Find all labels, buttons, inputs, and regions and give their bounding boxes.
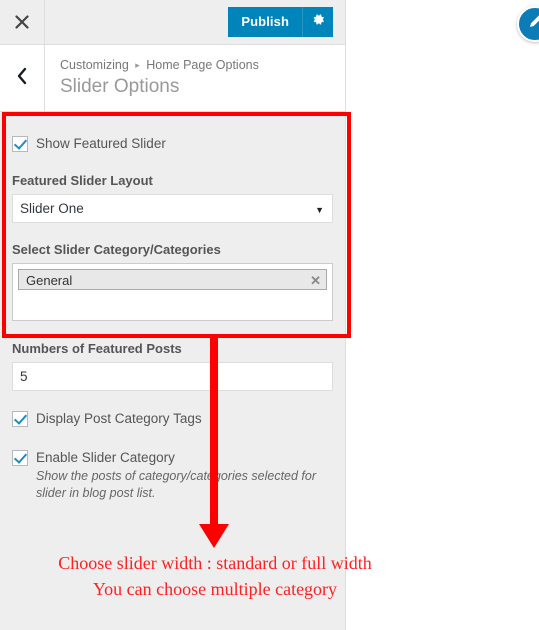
show-featured-slider-label: Show Featured Slider — [36, 136, 166, 151]
close-icon[interactable]: ✕ — [310, 270, 321, 291]
featured-posts-count-label: Numbers of Featured Posts — [12, 341, 182, 356]
enable-slider-category-description: Show the posts of category/categories se… — [36, 469, 317, 500]
category-tag-label: General — [26, 273, 73, 288]
customizer-panel: Publish Customizing ▸ Home Page Options … — [0, 0, 346, 630]
gear-icon — [311, 12, 326, 32]
breadcrumb-root[interactable]: Customizing — [60, 58, 129, 72]
show-featured-slider-checkbox[interactable] — [12, 136, 28, 152]
featured-slider-layout-label: Featured Slider Layout — [12, 173, 153, 188]
control-display-post-category-tags: Display Post Category Tags — [0, 391, 345, 427]
pencil-edit-icon — [526, 13, 539, 36]
chevron-left-icon — [16, 67, 28, 90]
customizer-settings-button[interactable] — [303, 7, 333, 37]
control-enable-slider-category: Enable Slider Category Show the posts of… — [0, 427, 345, 502]
slider-category-label: Select Slider Category/Categories — [12, 242, 221, 257]
control-featured-slider-layout: Featured Slider Layout Slider One ▼ — [0, 152, 345, 223]
breadcrumb-parent[interactable]: Home Page Options — [146, 58, 259, 72]
control-slider-category: Select Slider Category/Categories Genera… — [0, 223, 345, 321]
enable-slider-category-checkbox[interactable] — [12, 450, 28, 466]
featured-posts-count-input[interactable] — [12, 362, 333, 391]
slider-category-multiselect[interactable]: General ✕ — [12, 263, 333, 321]
display-post-category-tags-row[interactable]: Display Post Category Tags — [12, 410, 333, 427]
display-post-category-tags-label: Display Post Category Tags — [36, 411, 202, 426]
breadcrumb: Customizing ▸ Home Page Options — [60, 58, 259, 72]
list-item[interactable]: General ✕ — [18, 269, 327, 290]
back-button[interactable] — [0, 45, 45, 111]
featured-slider-layout-select[interactable]: Slider One — [12, 194, 333, 223]
show-featured-slider-row[interactable]: Show Featured Slider — [12, 135, 333, 152]
edit-shortcut-button[interactable] — [517, 6, 539, 42]
publish-button[interactable]: Publish — [228, 7, 303, 37]
display-post-category-tags-checkbox[interactable] — [12, 411, 28, 427]
section-header: Customizing ▸ Home Page Options Slider O… — [0, 45, 345, 112]
enable-slider-category-text: Enable Slider Category Show the posts of… — [36, 449, 333, 502]
control-featured-posts-count: Numbers of Featured Posts — [0, 321, 345, 391]
customizer-header: Publish — [0, 0, 345, 45]
customizer-controls: Show Featured Slider Featured Slider Lay… — [0, 112, 345, 502]
site-preview-area — [346, 0, 539, 630]
control-show-featured-slider: Show Featured Slider — [0, 112, 345, 152]
publish-button-group: Publish — [228, 7, 333, 37]
close-icon — [15, 15, 29, 29]
page-title: Slider Options — [60, 76, 180, 97]
close-customizer-button[interactable] — [0, 0, 45, 44]
enable-slider-category-row[interactable]: Enable Slider Category Show the posts of… — [12, 449, 333, 502]
breadcrumb-separator-icon: ▸ — [135, 60, 140, 71]
featured-slider-layout-select-wrap: Slider One ▼ — [12, 194, 333, 223]
enable-slider-category-label: Enable Slider Category — [36, 450, 175, 465]
